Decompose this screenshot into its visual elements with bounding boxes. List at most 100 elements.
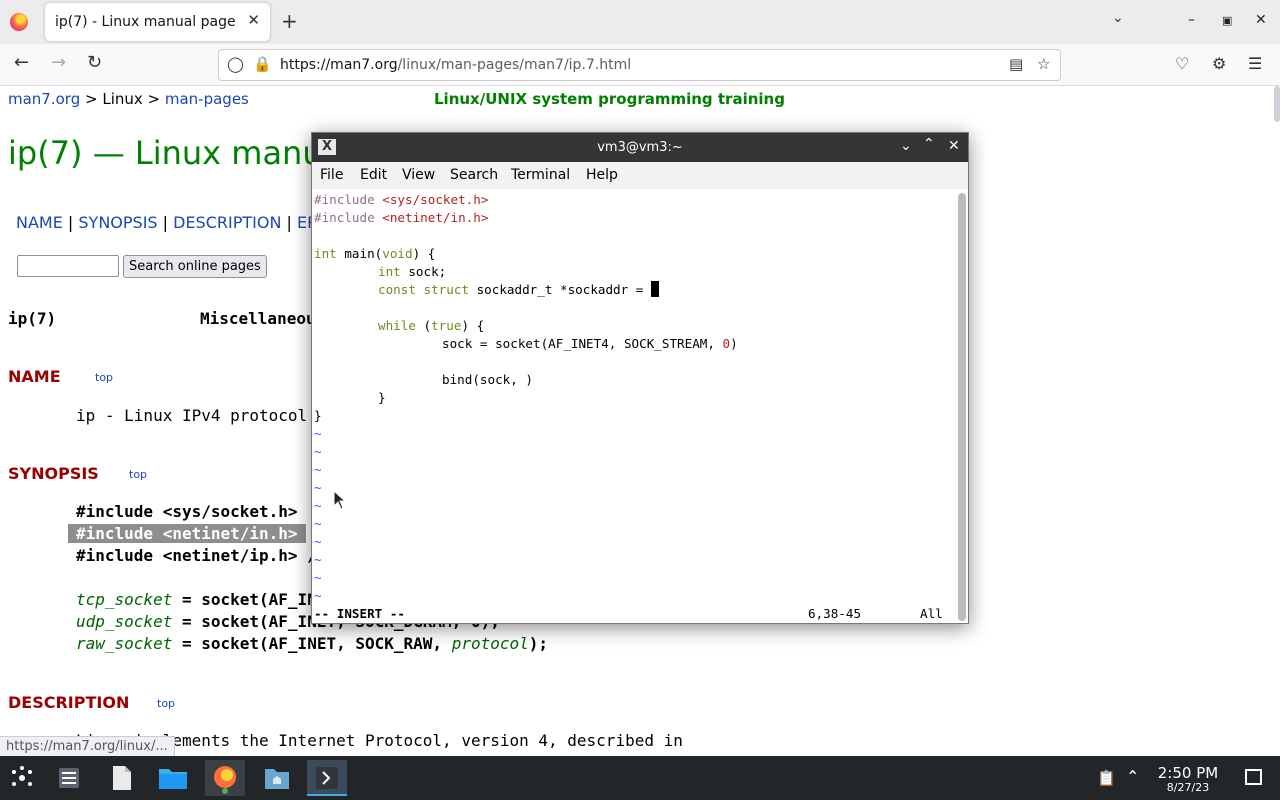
- man-header-left: ip(7): [8, 309, 57, 328]
- udp-var: udp_socket: [76, 612, 173, 631]
- man-header-mid: Miscellaneou: [200, 309, 316, 328]
- show-hidden-icons-chevron-icon[interactable]: ⌃: [1126, 767, 1139, 786]
- reader-view-icon[interactable]: ▤: [1009, 55, 1023, 73]
- section-link-name[interactable]: NAME: [16, 213, 63, 232]
- url-host: https://man7.org: [280, 57, 398, 73]
- section-link-synopsis[interactable]: SYNOPSIS: [78, 213, 157, 232]
- code-token: void: [382, 246, 413, 261]
- code-token: #include: [314, 192, 383, 207]
- raw-end: );: [528, 634, 549, 653]
- code-token: sock;: [400, 264, 447, 279]
- tcp-var: tcp_socket: [76, 590, 173, 609]
- text-document-icon[interactable]: [101, 760, 141, 796]
- code-line-8: while (true) {: [378, 317, 484, 335]
- menu-view[interactable]: View: [402, 167, 435, 183]
- breadcrumb-man7-link[interactable]: man7.org: [8, 90, 80, 108]
- close-window-icon[interactable]: ✕: [1255, 12, 1267, 28]
- training-link[interactable]: Linux/UNIX system programming training: [434, 90, 785, 108]
- raw-var: raw_socket: [76, 634, 173, 653]
- vim-editor[interactable]: #include <sys/socket.h> #include <netine…: [312, 189, 955, 623]
- reload-icon[interactable]: ↻: [87, 52, 102, 73]
- terminal-minimize-icon[interactable]: ⌄: [900, 138, 912, 154]
- url-path: /linux/man-pages/man7/ip.7.html: [397, 57, 632, 73]
- menu-edit[interactable]: Edit: [360, 167, 387, 183]
- code-token: #include: [314, 210, 383, 225]
- code-token: while: [378, 318, 416, 333]
- section-link-description[interactable]: DESCRIPTION: [173, 213, 281, 232]
- terminal-taskbar-icon[interactable]: [307, 760, 347, 796]
- breadcrumb-linux: > Linux >: [80, 90, 165, 108]
- empty-line-tilde: ~: [314, 588, 322, 603]
- extensions-icon[interactable]: ⚙: [1212, 54, 1226, 73]
- terminal-maximize-icon[interactable]: ⌃: [923, 136, 935, 152]
- empty-line-tilde: ~: [314, 480, 322, 495]
- breadcrumb: man7.org > Linux > man-pages: [8, 90, 249, 108]
- system-settings-icon[interactable]: [49, 760, 89, 796]
- name-top-link[interactable]: top: [95, 371, 113, 384]
- menu-terminal[interactable]: Terminal: [511, 167, 570, 183]
- forward-arrow-icon[interactable]: →: [51, 52, 66, 73]
- text-cursor: [650, 281, 659, 297]
- clock-date[interactable]: 8/27/23: [1150, 781, 1226, 794]
- maximize-window-icon[interactable]: ▣: [1222, 14, 1232, 27]
- code-token: int: [314, 246, 337, 261]
- terminal-titlebar[interactable]: X vm3@vm3:~ ⌄ ⌃ ✕: [312, 133, 968, 162]
- breadcrumb-man-pages-link[interactable]: man-pages: [165, 90, 249, 108]
- bookmark-star-icon[interactable]: ☆: [1037, 55, 1050, 73]
- empty-line-tilde: ~: [314, 534, 322, 549]
- firefox-logo-icon[interactable]: [10, 13, 28, 31]
- search-online-pages-button[interactable]: Search online pages: [123, 255, 267, 278]
- name-heading: NAME: [8, 367, 61, 386]
- synopsis-heading: SYNOPSIS: [8, 464, 99, 483]
- tab-ip7-manual[interactable]: ip(7) - Linux manual page ✕: [45, 3, 270, 41]
- raw-rest: = socket(AF_INET, SOCK_RAW,: [172, 634, 452, 653]
- description-top-link[interactable]: top: [157, 697, 175, 710]
- clock-time[interactable]: 2:50 PM: [1150, 764, 1226, 782]
- home-folder-icon[interactable]: [257, 760, 297, 796]
- terminal-window[interactable]: X vm3@vm3:~ ⌄ ⌃ ✕ File Edit View Search …: [311, 132, 969, 624]
- empty-line-tilde: ~: [314, 444, 322, 459]
- tab-close-icon[interactable]: ✕: [247, 11, 260, 29]
- url-text[interactable]: https://man7.org/linux/man-pages/man7/ip…: [280, 57, 631, 73]
- code-line-13: }: [314, 408, 322, 423]
- firefox-taskbar-icon[interactable]: [205, 760, 245, 796]
- synopsis-include-3: #include <netinet/ip.h> /: [76, 546, 317, 565]
- code-token: const struct: [378, 282, 469, 297]
- app-launcher-icon[interactable]: [2, 760, 42, 796]
- file-manager-icon[interactable]: [153, 760, 193, 796]
- menu-help[interactable]: Help: [586, 167, 618, 183]
- vim-scroll-indicator: All: [920, 606, 943, 621]
- lock-icon[interactable]: 🔒: [253, 55, 272, 73]
- menu-search[interactable]: Search: [450, 167, 498, 183]
- terminal-close-icon[interactable]: ✕: [948, 138, 960, 154]
- synopsis-include-2: #include <netinet/in.h>: [68, 524, 306, 543]
- link-separator: |: [157, 213, 174, 232]
- code-token: main(: [336, 246, 383, 261]
- synopsis-top-link[interactable]: top: [129, 468, 147, 481]
- synopsis-include-1: #include <sys/socket.h>: [76, 502, 298, 521]
- menu-file[interactable]: File: [320, 167, 343, 183]
- list-all-tabs-icon[interactable]: ⌄: [1112, 10, 1124, 26]
- code-token: 0: [722, 336, 731, 351]
- show-desktop-icon[interactable]: [1245, 769, 1262, 785]
- back-arrow-icon[interactable]: ←: [14, 52, 29, 73]
- vim-mode-indicator: -- INSERT --: [314, 606, 405, 621]
- tcp-rest: = socket(AF_IN: [172, 590, 317, 609]
- status-url-tooltip: https://man7.org/linux/...: [0, 736, 175, 756]
- code-line-11: bind(sock, ): [442, 372, 533, 387]
- name-text: ip - Linux IPv4 protocol: [76, 406, 308, 425]
- clipboard-icon[interactable]: 📋: [1097, 769, 1116, 787]
- pocket-icon[interactable]: ♡: [1175, 54, 1189, 73]
- code-line-9: sock = socket(AF_INET4, SOCK_STREAM, 0): [442, 335, 738, 353]
- terminal-scrollbar[interactable]: [958, 193, 966, 621]
- minimize-window-icon[interactable]: –: [1188, 12, 1195, 28]
- taskbar: 📋 ⌃ 2:50 PM 8/27/23: [0, 756, 1280, 800]
- menu-hamburger-icon[interactable]: ☰: [1248, 54, 1262, 73]
- new-tab-button[interactable]: +: [281, 9, 298, 33]
- shield-icon[interactable]: ◯: [227, 55, 244, 73]
- search-input[interactable]: [17, 255, 119, 277]
- synopsis-raw-line: raw_socket = socket(AF_INET, SOCK_RAW, p…: [76, 634, 548, 653]
- page-scrollbar[interactable]: [1274, 86, 1280, 122]
- url-bar[interactable]: ◯ 🔒 https://man7.org/linux/man-pages/man…: [218, 49, 1061, 81]
- code-line-6: const struct sockaddr_t *sockaddr =: [378, 281, 659, 299]
